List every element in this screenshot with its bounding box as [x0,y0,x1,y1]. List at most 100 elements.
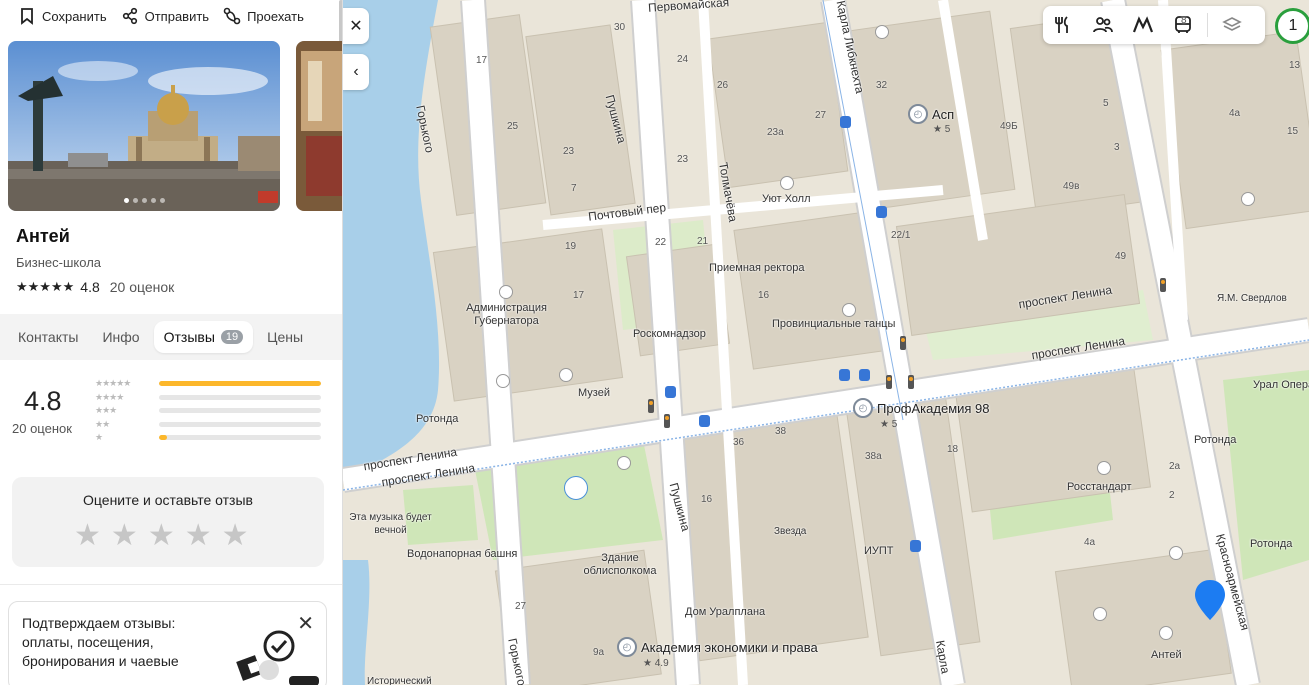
bus-stop-icon[interactable] [839,369,850,381]
bus-stop-icon[interactable] [910,540,921,552]
house-number: 49 [1115,251,1127,262]
house-number: 5 [1103,98,1109,109]
traffic-light-icon [664,414,670,428]
rating-bar-fill [159,381,321,387]
photo-carousel[interactable] [0,41,342,213]
map-view[interactable]: ✕ ‹ 1 проспект Ленина проспект Ленина пр… [343,0,1309,685]
tab-prices[interactable]: Цены [257,321,313,353]
bar-stars-icon: ★ [95,432,103,443]
bookmark-icon [21,8,33,25]
bar-stars-icon: ★★★★★ [95,378,131,389]
landmark-icon[interactable] [617,456,631,470]
carousel-dot[interactable] [141,198,147,203]
landmark-icon[interactable] [1093,607,1107,621]
tab-info[interactable]: Инфо [92,321,149,353]
map-label: Приемная ректора [709,262,805,274]
landmark-icon[interactable] [1097,461,1111,475]
landmark-icon[interactable] [1241,192,1255,206]
traffic-light-icon [908,375,914,389]
tab-reviews[interactable]: Отзывы 19 [153,321,254,353]
landmark-icon[interactable] [875,25,889,39]
bus-stop-icon[interactable] [840,116,851,128]
rate-star-1-icon[interactable]: ★ [74,521,101,551]
places-layer-button[interactable] [1043,6,1083,44]
people-layer-button[interactable] [1083,6,1123,44]
org-map-label[interactable]: Антей [1151,649,1182,661]
carousel-dot[interactable] [123,198,129,203]
rate-star-3-icon[interactable]: ★ [148,521,175,551]
house-number: 23 [677,154,689,165]
bus-stop-icon[interactable] [665,386,676,398]
traffic-light-icon [886,375,892,389]
selected-place-pin-icon[interactable] [1193,578,1227,622]
landmark-icon[interactable] [496,374,510,388]
house-number: 8 [1181,15,1187,26]
zoom-level-badge[interactable]: 1 [1275,8,1309,44]
carousel-dot[interactable] [132,198,138,203]
rate-stars: ★ ★ ★ ★ ★ [74,521,249,551]
house-number: 36 [733,437,745,448]
rating-distribution: ★★★★★ ★★★★ ★★★ ★★ ★ [95,377,321,445]
fountain-icon[interactable] [564,476,588,500]
rate-star-4-icon[interactable]: ★ [185,521,212,551]
house-number: 26 [717,80,729,91]
house-number: 38а [865,451,882,462]
bus-stop-icon[interactable] [876,206,887,218]
house-number: 21 [697,236,709,247]
place-card-panel: Сохранить Отправить Проехать Антей Бизне… [0,0,343,685]
metro-layer-button[interactable] [1123,6,1163,44]
map-label: Исторический [367,676,432,685]
house-number: 30 [614,22,626,33]
collapse-panel-button[interactable]: ‹ [343,54,369,90]
bus-stop-icon[interactable] [859,369,870,381]
rate-star-2-icon[interactable]: ★ [111,521,138,551]
close-panel-button[interactable]: ✕ [343,8,369,44]
poi-profakademiya[interactable]: ◴ ПрофАкадемия 98 [853,398,990,418]
house-number: 22 [655,237,667,248]
map-label: Администрация Губернатора [466,302,547,327]
carousel-dot[interactable] [159,198,165,203]
poi-asp[interactable]: ◴ Асп [908,104,954,124]
tab-contacts[interactable]: Контакты [8,321,88,353]
house-number: 13 [1289,60,1301,71]
poi-akademiya[interactable]: ◴ Академия экономики и права [617,637,818,657]
map-label: Здание облисполкома [583,552,657,577]
map-label: Ротонда [1250,538,1293,550]
landmark-icon[interactable] [1169,546,1183,560]
map-label: Музей [578,387,610,399]
photo-secondary[interactable] [296,41,342,211]
summary-rating-value: 4.8 [24,386,62,416]
people-icon [1093,17,1113,33]
rating-count: 20 оценок [109,279,175,295]
rating-bar-track [159,381,321,387]
poi-rating: ★ 5 [933,124,951,135]
bus-stop-icon[interactable] [699,415,710,427]
landmark-icon[interactable] [499,285,513,299]
rating-bar-track [159,421,321,427]
route-button[interactable]: Проехать [223,7,304,25]
house-number: 23а [767,127,784,138]
rating-bar-row: ★★★ [95,404,321,418]
house-number: 17 [573,290,585,301]
layers-button[interactable] [1212,6,1252,44]
photo-main[interactable] [8,41,280,211]
rating-stars-icon: ★★★★★ [16,279,75,294]
house-number: 16 [701,494,713,505]
route-icon [223,7,241,25]
carousel-dot[interactable] [150,198,156,203]
save-button[interactable]: Сохранить [18,7,107,25]
museum-icon[interactable] [559,368,573,382]
bar-stars-icon: ★★ [95,418,110,429]
landmark-icon[interactable] [1159,626,1173,640]
org-rating-row[interactable]: ★★★★★ 4.8 20 оценок [16,279,174,295]
house-number: 19 [565,241,577,252]
rating-value: 4.8 [80,279,100,295]
house-number: 25 [507,121,519,132]
share-button[interactable]: Отправить [121,7,209,25]
carousel-dots [8,198,280,203]
rate-star-5-icon[interactable]: ★ [222,521,249,551]
map-label: Водонапорная башня [407,548,518,560]
landmark-icon[interactable] [842,303,856,317]
landmark-icon[interactable] [780,176,794,190]
promo-text: Подтверждаем отзывы: оплаты, посещения, … [22,615,179,669]
